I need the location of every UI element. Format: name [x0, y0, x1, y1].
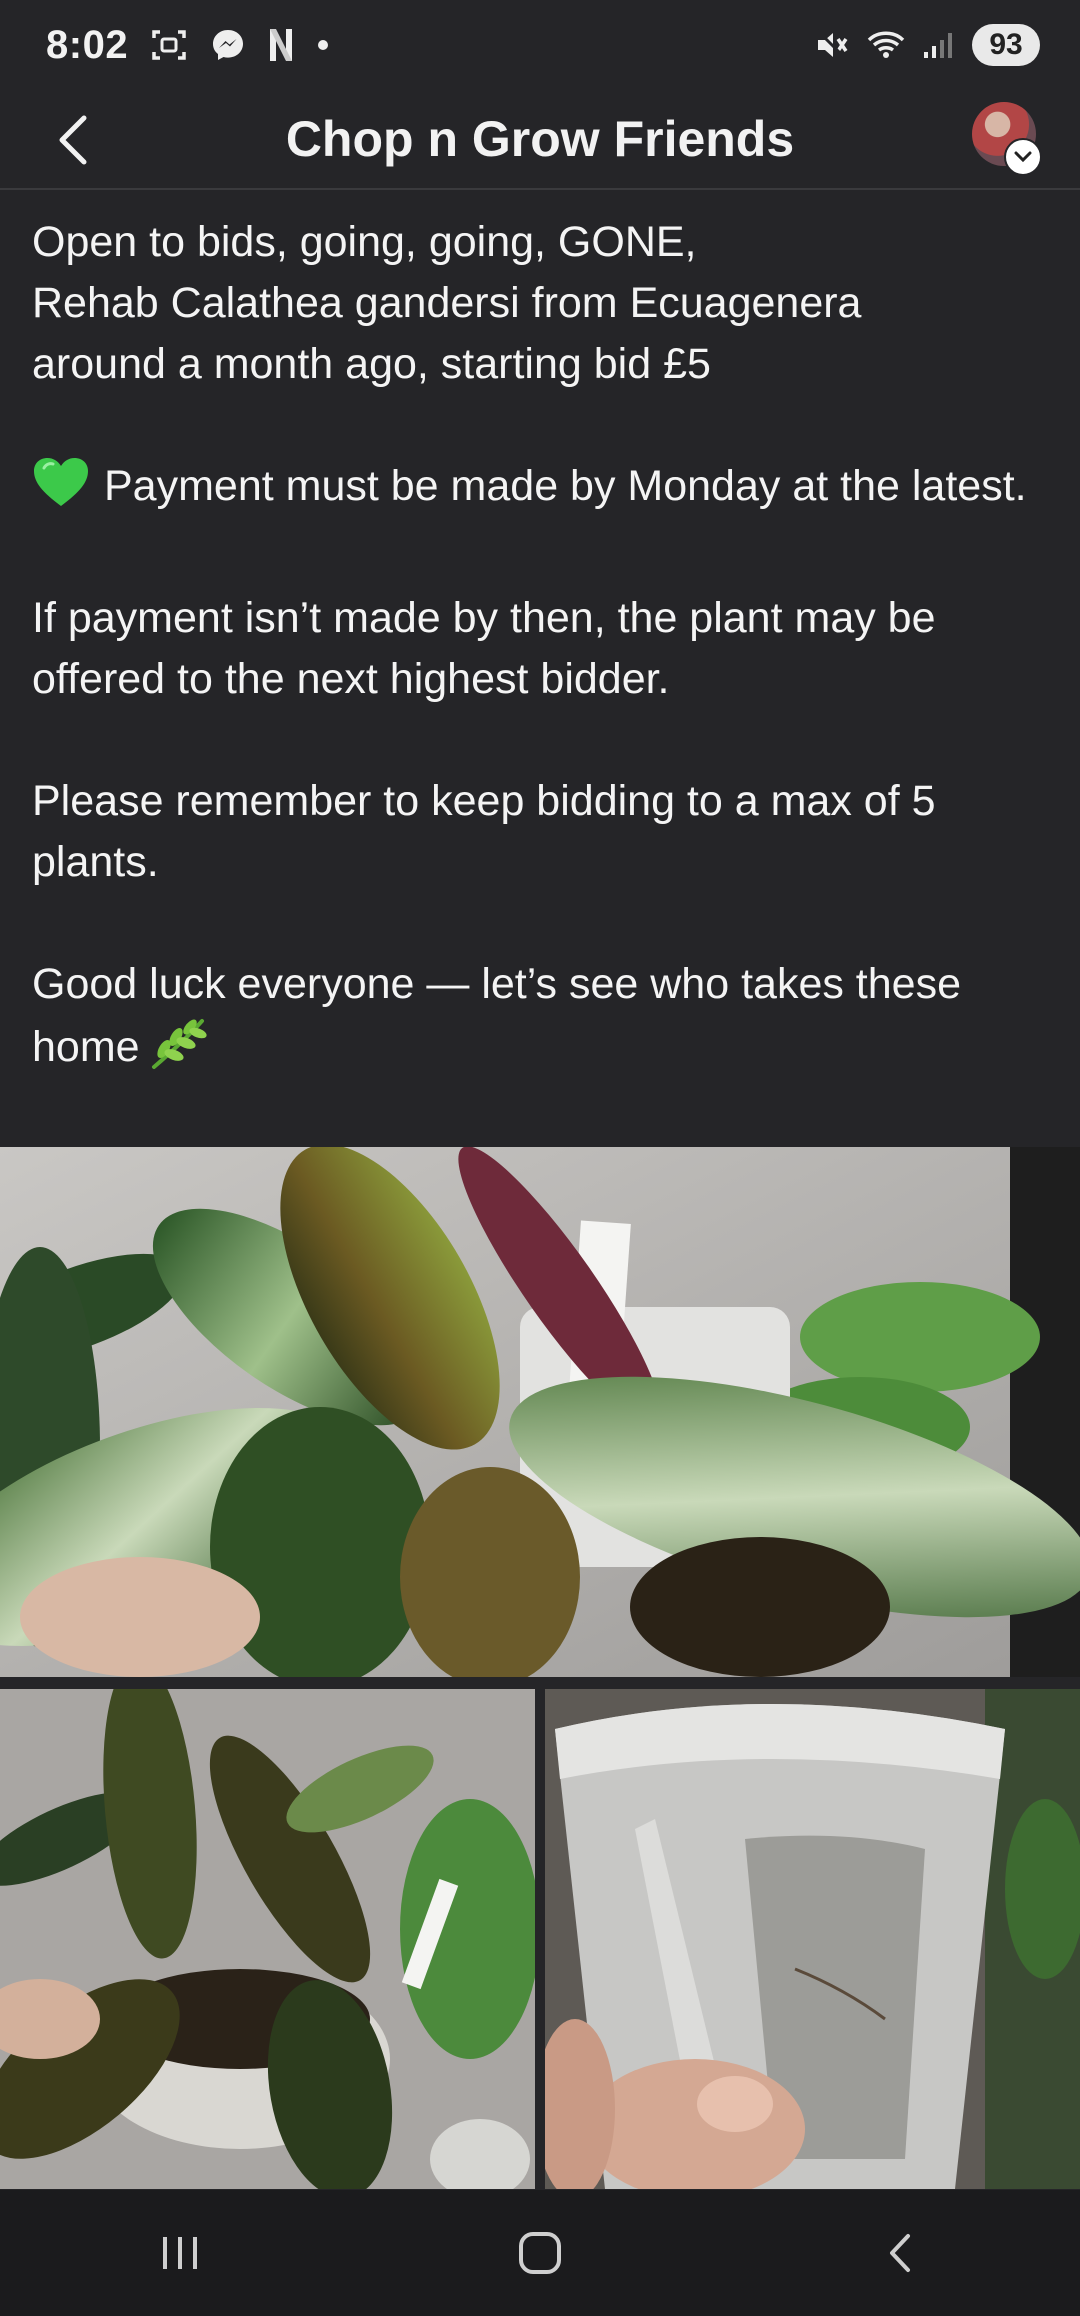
- battery-level: 93: [972, 24, 1040, 66]
- pot-roots-photo-image: [545, 1689, 1080, 2189]
- signal-icon: [922, 30, 956, 60]
- messenger-icon: [210, 27, 246, 63]
- status-right: 93: [814, 24, 1040, 66]
- screenshot-icon: [150, 28, 188, 62]
- post-line: around a month ago, starting bid £5: [32, 340, 711, 388]
- recent-apps-button[interactable]: [120, 2213, 240, 2293]
- netflix-icon: [268, 27, 294, 63]
- back-icon: [890, 2234, 910, 2272]
- post-body: Open to bids, going, going, GONE, Rehab …: [32, 212, 1052, 1088]
- system-nav-bar: [0, 2190, 1080, 2316]
- post-line: Open to bids, going, going, GONE,: [32, 218, 697, 266]
- dot-icon: [316, 38, 330, 52]
- avatar-menu-badge[interactable]: [1004, 138, 1042, 176]
- post-text-offer: If payment isn’t made by then, the plant…: [32, 594, 936, 703]
- post-paragraph-4: Please remember to keep bidding to a max…: [32, 771, 1052, 893]
- post-photo-left[interactable]: [0, 1689, 535, 2189]
- recent-apps-icon: [163, 2237, 197, 2269]
- post-photo-main[interactable]: [0, 1147, 1080, 1677]
- green-heart-icon: [32, 456, 90, 527]
- status-left: 8:02: [46, 23, 330, 68]
- nav-back-button[interactable]: [840, 2213, 960, 2293]
- post-text-limit: Please remember to keep bidding to a max…: [32, 777, 936, 886]
- post-paragraph-1: Open to bids, going, going, GONE, Rehab …: [32, 212, 1052, 395]
- plant-photo-main-image: [0, 1147, 1080, 1677]
- app-header: Chop n Grow Friends: [0, 90, 1080, 190]
- post-paragraph-3: If payment isn’t made by then, the plant…: [32, 588, 1052, 710]
- post-line: Rehab Calathea gandersi from Ecuagenera: [32, 279, 862, 327]
- wifi-icon: [866, 28, 906, 62]
- mute-icon: [814, 27, 850, 63]
- page-title: Chop n Grow Friends: [285, 111, 795, 167]
- app-root: 8:02 93 Chop n Grow Friends Open to bids…: [0, 0, 1080, 2316]
- home-icon: [519, 2232, 561, 2274]
- home-button[interactable]: [480, 2213, 600, 2293]
- herb-icon: [148, 1015, 208, 1088]
- post-paragraph-2: Payment must be made by Monday at the la…: [32, 456, 1052, 527]
- chevron-down-icon: [1014, 151, 1032, 163]
- post-paragraph-5: Good luck everyone — let’s see who takes…: [32, 954, 1052, 1088]
- status-time: 8:02: [46, 22, 129, 67]
- avatar[interactable]: [972, 102, 1042, 176]
- status-bar: 8:02 93: [0, 0, 1080, 90]
- plant-photo-left-image: [0, 1689, 535, 2189]
- post-text-payment: Payment must be made by Monday at the la…: [104, 462, 1027, 510]
- post-photo-right[interactable]: [545, 1689, 1080, 2189]
